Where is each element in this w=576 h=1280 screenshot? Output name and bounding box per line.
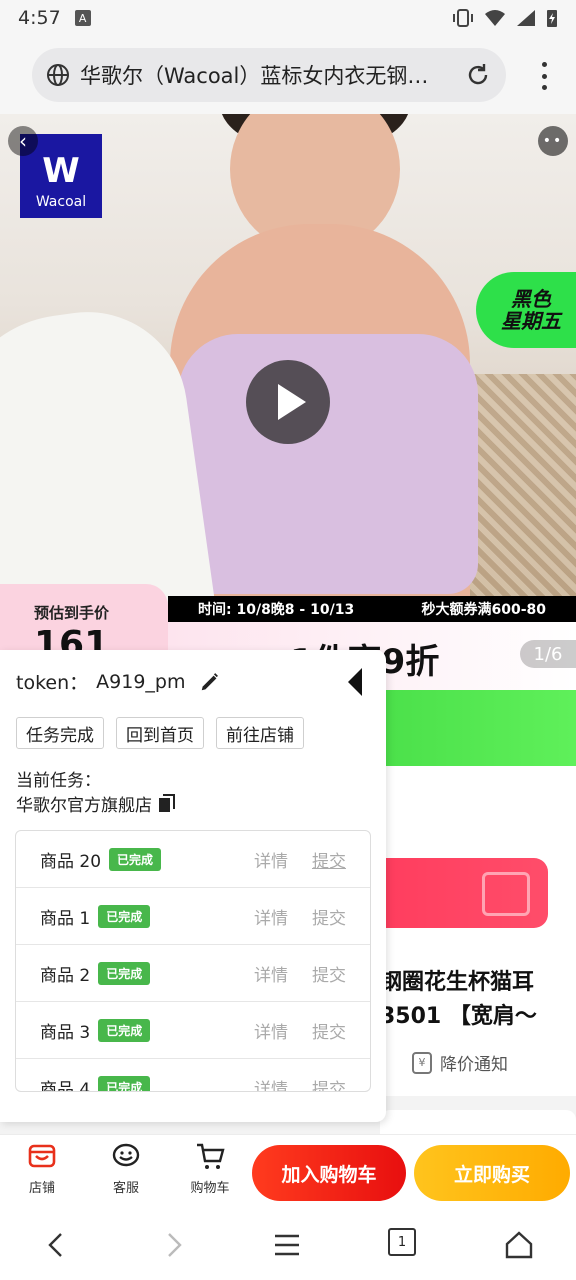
buy-now-button[interactable]: 立即购买 bbox=[414, 1145, 570, 1201]
cart-icon bbox=[197, 1143, 225, 1169]
status-badge: 已完成 bbox=[98, 1018, 151, 1042]
play-video-button[interactable] bbox=[246, 360, 330, 444]
status-bar: 4:57 A bbox=[0, 0, 576, 36]
detail-link[interactable]: 详情 bbox=[254, 1018, 288, 1043]
task-row[interactable]: 商品 4 已完成 详情 提交 bbox=[16, 1059, 370, 1092]
clock: 4:57 bbox=[18, 7, 61, 29]
address-bar[interactable]: 华歌尔（Wacoal）蓝标女内衣无钢… bbox=[32, 48, 506, 102]
status-badge: 已完成 bbox=[98, 1075, 151, 1091]
detail-link[interactable]: 详情 bbox=[254, 847, 288, 872]
browser-toolbar: 华歌尔（Wacoal）蓝标女内衣无钢… bbox=[0, 36, 576, 114]
signal-icon bbox=[517, 10, 535, 26]
black-friday-sticker: 黑色 星期五 bbox=[476, 272, 576, 348]
submit-link[interactable]: 提交 bbox=[312, 1018, 346, 1043]
collapse-panel-icon[interactable] bbox=[348, 668, 362, 696]
task-name: 商品 4 bbox=[40, 1079, 91, 1092]
task-name: 商品 1 bbox=[40, 908, 91, 929]
next-card bbox=[380, 1110, 576, 1134]
task-name: 商品 3 bbox=[40, 1022, 91, 1043]
shop-tab[interactable]: 店铺 bbox=[12, 1141, 72, 1196]
task-panel: token： A919_pm 任务完成 回到首页 前往店铺 当前任务： 华歌尔官… bbox=[0, 650, 386, 1122]
add-to-cart-button[interactable]: 加入购物车 bbox=[252, 1145, 406, 1201]
accessibility-icon: A bbox=[74, 10, 91, 26]
battery-icon bbox=[547, 10, 557, 27]
purchase-action-bar: 店铺 客服 购物车 加入购物车 立即购买 bbox=[0, 1134, 576, 1210]
panel-actions: 任务完成 回到首页 前往店铺 bbox=[16, 717, 304, 749]
product-title: 钢圈花生杯猫耳 3501 【宽肩～ bbox=[380, 966, 576, 1034]
task-name: 商品 20 bbox=[40, 851, 102, 872]
sticker-line-1: 黑色 bbox=[511, 287, 551, 311]
detail-link[interactable]: 详情 bbox=[254, 1075, 288, 1092]
play-icon bbox=[278, 384, 306, 420]
submit-link[interactable]: 提交 bbox=[312, 847, 346, 872]
shop-row: 华歌尔官方旗舰店 bbox=[16, 791, 176, 816]
go-to-shop-button[interactable]: 前往店铺 bbox=[216, 717, 304, 749]
back-nav-icon[interactable] bbox=[42, 1230, 72, 1260]
sticker-line-2: 星期五 bbox=[501, 309, 561, 333]
token-row: token： A919_pm bbox=[16, 668, 221, 695]
url-text[interactable]: 华歌尔（Wacoal）蓝标女内衣无钢… bbox=[80, 60, 456, 90]
cart-tab-label: 购物车 bbox=[190, 1181, 230, 1196]
token-value: A919_pm bbox=[96, 670, 186, 693]
copy-icon[interactable] bbox=[158, 793, 176, 814]
submit-link[interactable]: 提交 bbox=[312, 904, 346, 929]
submit-link[interactable]: 提交 bbox=[312, 1075, 346, 1092]
product-title-line-1: 钢圈花生杯猫耳 bbox=[380, 970, 535, 995]
menu-icon[interactable] bbox=[272, 1230, 302, 1260]
price-notice-label: 降价通知 bbox=[440, 1055, 508, 1075]
task-row[interactable]: 商品 3 已完成 详情 提交 bbox=[16, 1002, 370, 1059]
status-badge: 已完成 bbox=[98, 961, 151, 985]
chat-icon bbox=[112, 1143, 140, 1167]
price-notice-button[interactable]: ¥ 降价通知 bbox=[412, 1050, 508, 1075]
globe-icon bbox=[47, 64, 69, 86]
cart-tab[interactable]: 购物车 bbox=[180, 1141, 240, 1196]
forward-nav-icon[interactable] bbox=[158, 1230, 188, 1260]
promo-time-bar: 时间: 10/8晚8 - 10/13 秒大额券满600-80 bbox=[168, 596, 576, 622]
edit-icon[interactable] bbox=[199, 671, 221, 693]
service-tab[interactable]: 客服 bbox=[96, 1141, 156, 1196]
detail-link[interactable]: 详情 bbox=[254, 961, 288, 986]
shop-tab-label: 店铺 bbox=[28, 1181, 55, 1196]
task-name: 商品 2 bbox=[40, 965, 91, 986]
browser-nav-bar: 1 bbox=[0, 1210, 576, 1280]
image-counter: 1/6 bbox=[520, 640, 576, 668]
shop-icon bbox=[28, 1144, 56, 1168]
submit-link[interactable]: 提交 bbox=[312, 961, 346, 986]
status-icons bbox=[452, 8, 558, 28]
token-label: token： bbox=[16, 672, 89, 694]
service-tab-label: 客服 bbox=[112, 1181, 139, 1196]
logo-text: Wacoal bbox=[35, 194, 87, 210]
price-label: 预估到手价 bbox=[34, 604, 110, 622]
logo-mark: W bbox=[42, 151, 80, 191]
more-icon[interactable]: •• bbox=[538, 126, 568, 156]
green-banner bbox=[380, 690, 576, 766]
product-info-card bbox=[380, 766, 576, 1096]
vibrate-icon bbox=[453, 9, 473, 27]
task-row[interactable]: 商品 1 已完成 详情 提交 bbox=[16, 888, 370, 945]
home-icon[interactable] bbox=[504, 1230, 534, 1260]
status-badge: 已完成 bbox=[98, 904, 151, 928]
wifi-icon bbox=[485, 10, 505, 26]
tabs-icon[interactable]: 1 bbox=[388, 1228, 416, 1256]
gift-icon bbox=[482, 872, 530, 916]
task-row[interactable]: 商品 2 已完成 详情 提交 bbox=[16, 945, 370, 1002]
task-complete-button[interactable]: 任务完成 bbox=[16, 717, 104, 749]
task-row[interactable]: 商品 20 已完成 详情 提交 bbox=[16, 831, 370, 888]
price-tag-icon: ¥ bbox=[412, 1051, 432, 1074]
back-home-button[interactable]: 回到首页 bbox=[116, 717, 204, 749]
product-title-line-2: 3501 【宽肩～ bbox=[380, 1004, 537, 1029]
status-badge: 已完成 bbox=[109, 847, 162, 871]
product-gallery[interactable]: W Wacoal ‹ •• 黑色 星期五 bbox=[0, 114, 576, 654]
back-icon[interactable]: ‹ bbox=[8, 126, 38, 156]
reload-icon[interactable] bbox=[464, 61, 492, 89]
detail-link[interactable]: 详情 bbox=[254, 904, 288, 929]
shop-name: 华歌尔官方旗舰店 bbox=[16, 796, 152, 816]
promo-time: 时间: 10/8晚8 - 10/13 bbox=[198, 602, 355, 618]
model-bra bbox=[178, 334, 478, 594]
promo-event: 秒大额券满600-80 bbox=[421, 602, 546, 618]
browser-menu-icon[interactable] bbox=[542, 62, 548, 90]
task-list[interactable]: 商品 20 已完成 详情 提交 商品 1 已完成 详情 提交 商品 2 已完成 … bbox=[15, 830, 371, 1092]
current-task-label: 当前任务： bbox=[16, 771, 101, 791]
